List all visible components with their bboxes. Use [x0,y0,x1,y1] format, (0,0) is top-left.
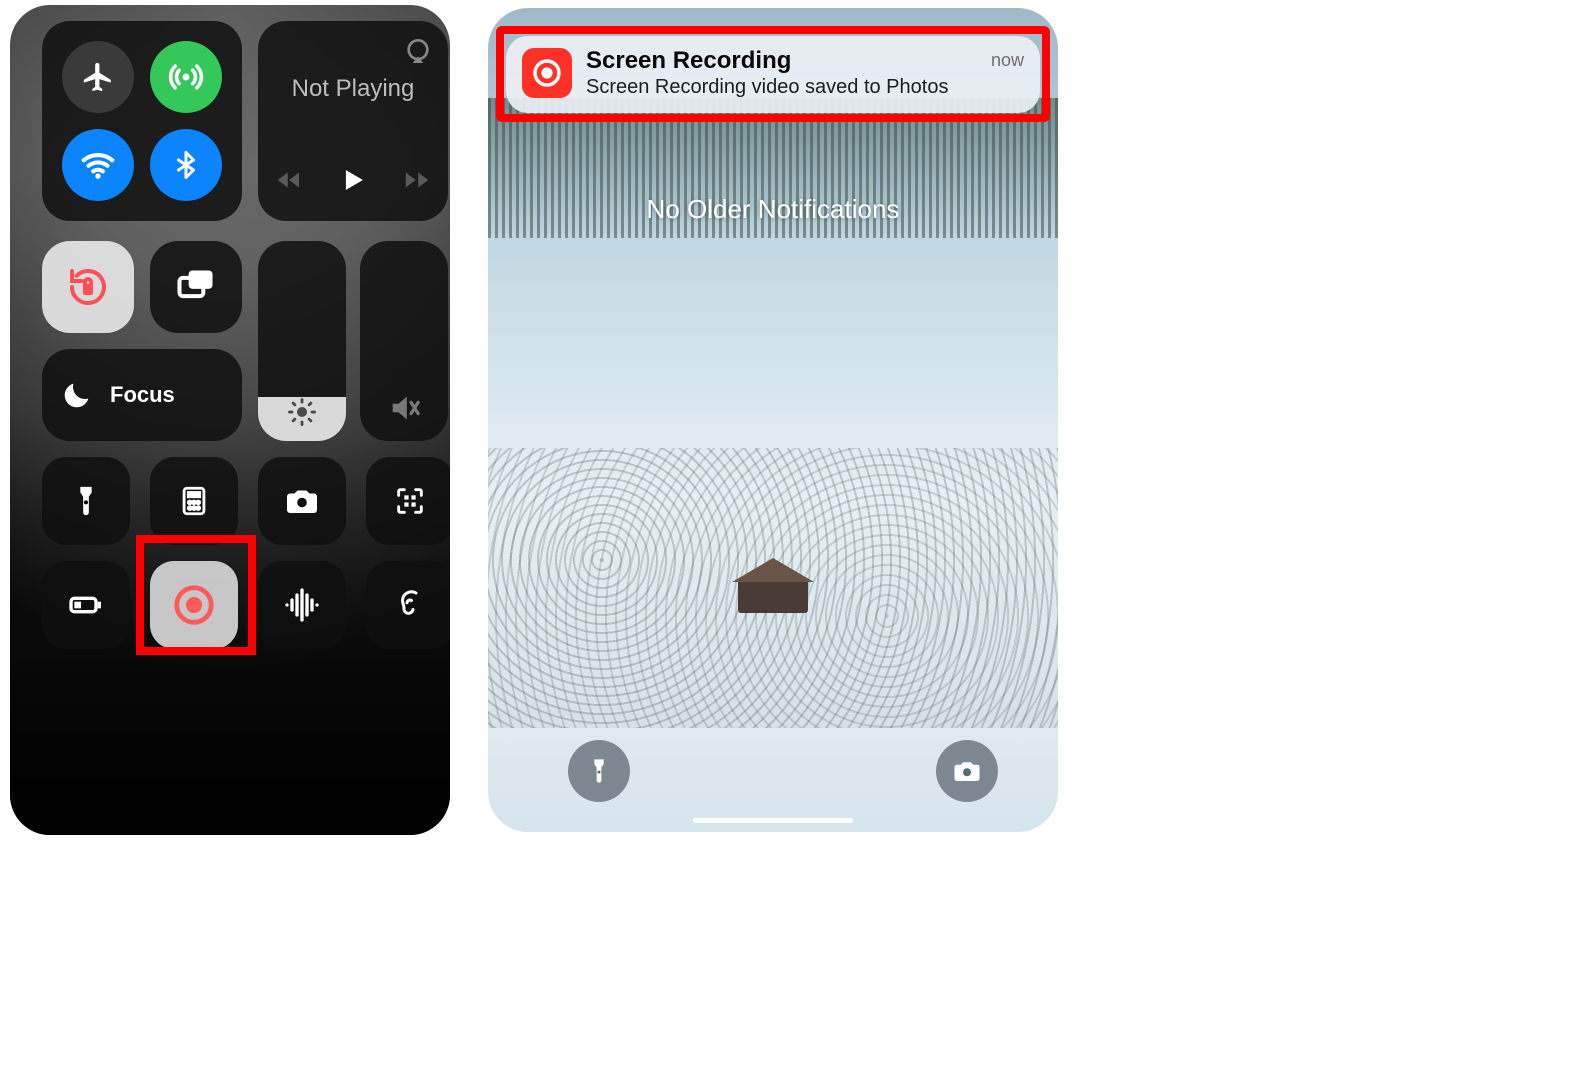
flashlight-icon [69,484,103,518]
sun-icon [287,397,317,427]
home-indicator[interactable] [693,818,853,823]
airplane-icon [81,60,115,94]
cellular-icon [168,59,204,95]
bluetooth-icon [171,150,201,180]
camera-tile[interactable] [258,457,346,545]
transport-controls [258,163,448,197]
ear-icon [392,587,428,623]
calculator-icon [177,484,211,518]
moon-icon [60,378,94,412]
qr-scan-tile[interactable] [366,457,450,545]
camera-fill-icon [952,756,982,786]
play-icon[interactable] [336,163,370,197]
cellular-data-toggle[interactable] [150,41,222,113]
wifi-toggle[interactable] [62,129,134,201]
waveform-icon [282,585,322,625]
volume-slider[interactable] [360,241,448,441]
rotation-lock-icon [64,263,112,311]
screen-mirroring-tile[interactable] [150,241,242,333]
focus-label: Focus [110,382,175,408]
brightness-slider[interactable] [258,241,346,441]
speaker-mute-icon [387,391,421,425]
qr-icon [393,484,427,518]
no-older-notifications-label: No Older Notifications [488,194,1058,225]
low-power-tile[interactable] [42,561,130,649]
bluetooth-toggle[interactable] [150,129,222,201]
camera-icon [284,483,320,519]
focus-tile[interactable]: Focus [42,349,242,441]
wallpaper-cabin [738,578,808,613]
highlight-notification [496,26,1050,122]
sound-recognition-tile[interactable] [258,561,346,649]
control-center-panel: Not Playing Focus [10,5,450,835]
connectivity-card [42,21,242,221]
flashlight-icon [585,757,613,785]
now-playing-label: Not Playing [258,75,448,103]
rotation-lock-tile[interactable] [42,241,134,333]
airplay-icon [402,35,434,67]
camera-fab[interactable] [936,740,998,802]
rewind-icon[interactable] [274,165,304,195]
hearing-tile[interactable] [366,561,450,649]
battery-icon [66,585,106,625]
lock-screen-panel: Screen Recording Screen Recording video … [488,8,1058,832]
home-indicator[interactable] [155,819,305,825]
calculator-tile[interactable] [150,457,238,545]
highlight-screen-record [136,535,256,655]
airplane-mode-toggle[interactable] [62,41,134,113]
wifi-icon [79,146,117,184]
screen-mirroring-icon [174,265,218,309]
media-card[interactable]: Not Playing [258,21,448,221]
flashlight-tile[interactable] [42,457,130,545]
fastforward-icon[interactable] [402,165,432,195]
flashlight-fab[interactable] [568,740,630,802]
